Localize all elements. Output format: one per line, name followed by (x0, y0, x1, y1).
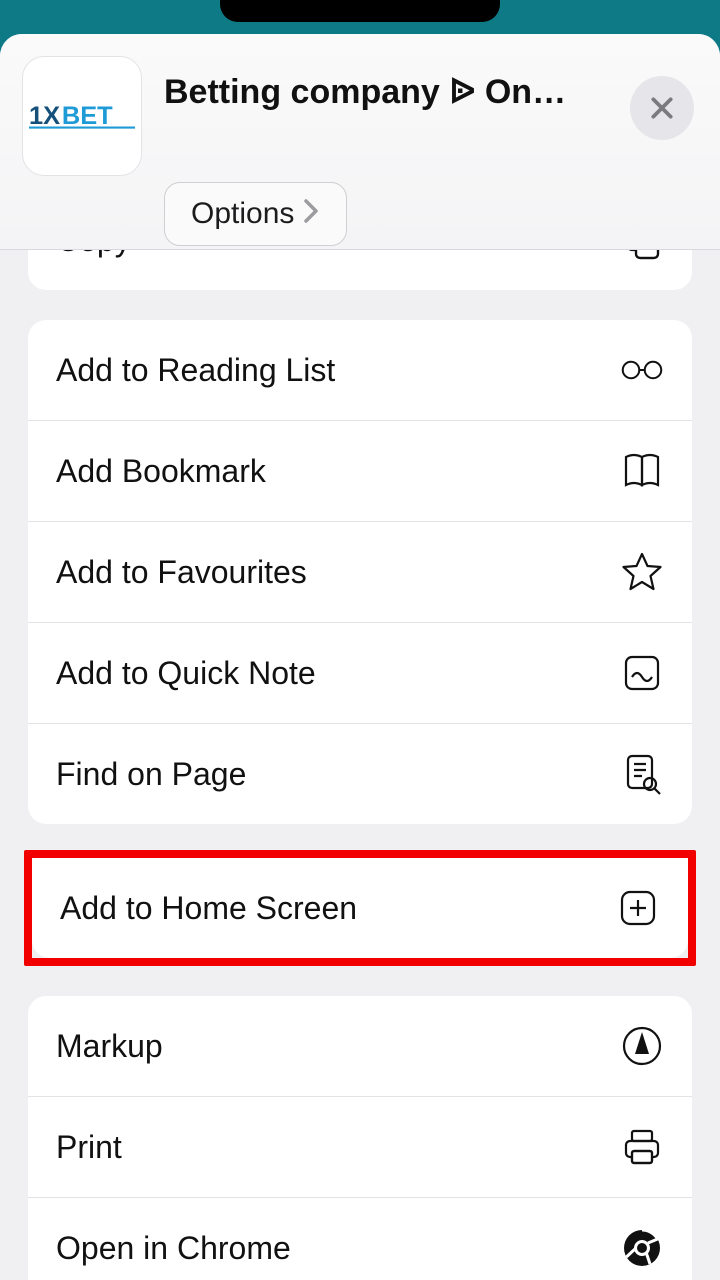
device-status-bar (0, 0, 720, 34)
row-quick-note[interactable]: Add to Quick Note (28, 622, 692, 723)
find-icon (620, 752, 664, 796)
row-label: Markup (56, 1028, 163, 1065)
row-label: Open in Chrome (56, 1230, 291, 1267)
close-icon (649, 95, 675, 121)
glasses-icon (620, 348, 664, 392)
row-home-screen[interactable]: Add to Home Screen (32, 858, 688, 958)
row-label: Add to Favourites (56, 554, 307, 591)
action-group-tools: Markup Print Open in Chrome (28, 996, 692, 1280)
row-bookmark[interactable]: Add Bookmark (28, 420, 692, 521)
svg-text:BET: BET (62, 102, 113, 130)
row-label: Print (56, 1129, 122, 1166)
svg-text:1X: 1X (29, 102, 60, 130)
print-icon (620, 1125, 664, 1169)
row-label: Find on Page (56, 756, 246, 793)
row-favourites[interactable]: Add to Favourites (28, 521, 692, 622)
device-notch (220, 0, 500, 22)
row-copy[interactable]: Copy (28, 250, 692, 290)
star-icon (620, 550, 664, 594)
row-find[interactable]: Find on Page (28, 723, 692, 824)
chrome-icon (620, 1226, 664, 1270)
row-reading-list[interactable]: Add to Reading List (28, 320, 692, 420)
add-square-icon (616, 886, 660, 930)
logo-1xbet-icon: 1X BET (29, 100, 135, 132)
share-header: 1X BET Betting company ᐉ Online... Optio… (0, 34, 720, 250)
quick-note-icon (620, 651, 664, 695)
action-group-home: Add to Home Screen (32, 858, 688, 958)
row-chrome[interactable]: Open in Chrome (28, 1197, 692, 1280)
row-label: Copy (56, 250, 131, 259)
site-favicon: 1X BET (22, 56, 142, 176)
chevron-right-icon (302, 198, 320, 231)
row-label: Add to Home Screen (60, 890, 357, 927)
markup-icon (620, 1024, 664, 1068)
close-button[interactable] (630, 76, 694, 140)
options-label: Options (191, 197, 294, 231)
row-print[interactable]: Print (28, 1096, 692, 1197)
highlight-frame: Add to Home Screen (24, 850, 696, 966)
row-label: Add to Reading List (56, 352, 335, 389)
action-group-copy: Copy (28, 250, 692, 290)
options-button[interactable]: Options (164, 182, 347, 246)
share-sheet: 1X BET Betting company ᐉ Online... Optio… (0, 34, 720, 1280)
copy-icon (620, 250, 664, 262)
book-icon (620, 449, 664, 493)
action-group-add: Add to Reading List Add Bookmark Add to … (28, 320, 692, 824)
row-label: Add Bookmark (56, 453, 266, 490)
row-markup[interactable]: Markup (28, 996, 692, 1096)
page-title: Betting company ᐉ Online... (164, 72, 574, 112)
share-actions-list[interactable]: Copy Add to Reading List Add Bookmark (0, 250, 720, 1280)
row-label: Add to Quick Note (56, 655, 316, 692)
